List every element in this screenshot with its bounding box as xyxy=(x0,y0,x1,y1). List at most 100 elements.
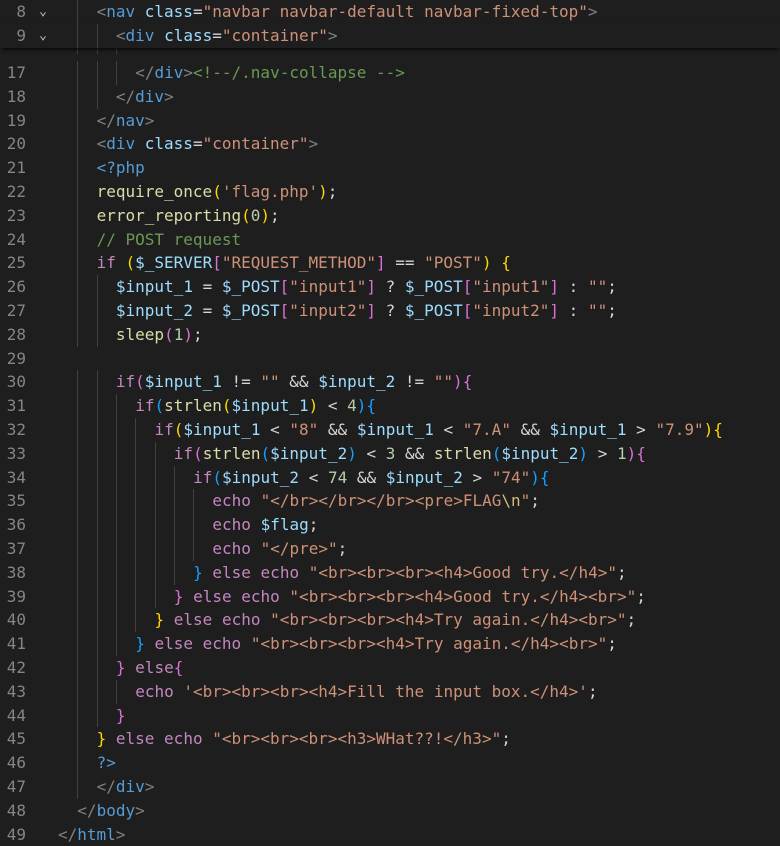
code-token: "8" xyxy=(289,420,319,439)
code-token: [ xyxy=(462,277,473,297)
code-token: ) xyxy=(626,443,637,463)
code-token: $input_1 xyxy=(144,372,222,392)
code-token: echo xyxy=(241,586,280,606)
code-line[interactable]: 34 if($input_2 < 74 && $input_2 > "74"){ xyxy=(0,465,780,490)
code-token: 'flag.php' xyxy=(221,182,319,201)
code-token: [ xyxy=(279,301,290,320)
code-token: echo xyxy=(221,610,261,630)
code-line[interactable]: 20 <div class="container"> xyxy=(0,132,780,157)
line-number: 21 xyxy=(6,158,26,178)
code-token: < xyxy=(356,443,386,463)
code-token: $input_2 xyxy=(222,467,300,487)
code-editor[interactable]: 8 ⌄ <nav class="navbar navbar-default navb… xyxy=(0,0,780,844)
line-number: 31 xyxy=(6,396,26,416)
indent-guide xyxy=(173,537,175,561)
code-line[interactable]: 42} else{ xyxy=(0,656,780,680)
code-text: </nav> xyxy=(97,109,155,133)
indent-guide xyxy=(135,537,137,561)
code-token: "7.9" xyxy=(655,420,704,439)
code-token: [ xyxy=(279,277,290,297)
indent-guide xyxy=(115,560,117,585)
code-text: if($input_2 < 74 && $input_2 > "74"){ xyxy=(193,466,549,490)
code-token: $flag xyxy=(260,515,309,535)
code-token: $input_2 xyxy=(385,467,463,487)
code-line[interactable]: 30 if($input_1 != "" && $input_2 != ""){ xyxy=(0,370,780,395)
code-line[interactable]: 44} xyxy=(0,703,780,728)
code-line[interactable]: 17 </div><!--/.nav-collapse --> xyxy=(0,61,780,85)
code-token: "container" xyxy=(221,25,328,45)
code-token: div xyxy=(115,777,145,796)
code-token: class xyxy=(135,134,193,154)
code-line[interactable]: 41} else echo "<br><br><br><h4>Try again… xyxy=(0,632,780,656)
code-line[interactable]: 36 echo $flag; xyxy=(0,513,780,537)
code-token: && xyxy=(279,372,319,392)
code-line[interactable]: 18 </div> xyxy=(0,84,780,109)
code-line[interactable]: 25 if ($_SERVER["REQUEST_METHOD"] == "POS… xyxy=(0,251,780,276)
code-token: class xyxy=(154,25,213,45)
code-token: echo xyxy=(212,539,251,558)
code-line[interactable]: 31 if(strlen($input_1) < 4){ xyxy=(0,394,780,418)
code-token: '<br><br><br><h4>Fill the input box.</h4… xyxy=(183,681,588,701)
code-text: <?php xyxy=(97,156,145,180)
code-token: body xyxy=(96,800,136,820)
code-line[interactable]: 8 ⌄ <nav class="navbar navbar-default navb… xyxy=(0,0,780,24)
code-line[interactable]: 9 ⌄ <div class="container"> xyxy=(0,23,780,48)
code-token: $input_1 xyxy=(115,277,193,297)
indent-guide xyxy=(77,299,79,323)
indent-guide xyxy=(115,61,117,85)
code-token: ( xyxy=(212,182,222,201)
code-token: > xyxy=(587,2,598,21)
code-line[interactable]: 19 </nav> xyxy=(0,108,780,133)
code-line[interactable]: 43 echo '<br><br><br><h4>Fill the input b… xyxy=(0,679,780,704)
code-token: == xyxy=(385,253,425,273)
code-line[interactable]: 23 error_reporting(0); xyxy=(0,203,780,228)
code-token: && xyxy=(347,467,386,487)
code-token: "" xyxy=(587,277,608,297)
chevron-down-icon[interactable]: ⌄ xyxy=(36,24,50,48)
code-line[interactable]: 29 xyxy=(0,347,780,371)
code-line[interactable]: 45} else echo "<br><br><br><h3>WHat??!</… xyxy=(0,727,780,752)
code-line[interactable]: 49 </html> xyxy=(0,823,780,846)
code-line[interactable]: 39} else echo "<br><br><br><h4>Good try.… xyxy=(0,584,780,609)
indent-guide xyxy=(115,513,117,537)
code-token: = xyxy=(192,301,222,320)
code-token: > xyxy=(626,420,656,439)
code-line[interactable]: 27 $input_2 = $_POST["input2"] ? $_POST["… xyxy=(0,299,780,323)
code-text: </div> xyxy=(116,85,174,109)
code-token: $input_1 xyxy=(356,420,434,439)
indent-guide xyxy=(154,560,156,585)
line-number: 34 xyxy=(6,467,26,487)
indent-guide xyxy=(77,23,79,48)
code-token: ) xyxy=(183,324,193,344)
code-line[interactable]: 26 $input_1 = $_POST["input1"] ? $_POST["… xyxy=(0,275,780,299)
code-line[interactable]: 37 echo "</pre>"; xyxy=(0,537,780,561)
code-line[interactable]: 32 if($input_1 < "8" && $input_1 < "7.A" … xyxy=(0,418,780,442)
code-token: ; xyxy=(616,562,627,582)
indent-guide xyxy=(154,441,156,466)
indent-guide xyxy=(96,656,98,680)
line-number: 32 xyxy=(6,420,26,439)
code-line[interactable]: 21 <?php xyxy=(0,156,780,180)
code-line[interactable]: 28 sleep(1); xyxy=(0,322,780,347)
code-token: div xyxy=(106,134,136,154)
code-line[interactable]: 47 </div> xyxy=(0,775,780,799)
code-line[interactable]: 33 if(strlen($input_2) < 3 && strlen($inp… xyxy=(0,441,780,466)
code-line[interactable]: 35 echo "</br></br></br><pre>FLAG\n"; xyxy=(0,489,780,514)
chevron-down-icon[interactable]: ⌄ xyxy=(36,0,50,24)
indent-guide xyxy=(135,441,137,466)
code-line[interactable]: 24 // POST request xyxy=(0,227,780,252)
code-line[interactable]: 38} else echo "<br><br><br><h4>Good try.… xyxy=(0,560,780,585)
code-token: ; xyxy=(327,182,338,201)
code-token: if xyxy=(154,420,174,439)
code-line[interactable]: 48 </body> xyxy=(0,799,780,823)
code-token: 1 xyxy=(173,324,184,344)
code-line[interactable]: 40} else echo "<br><br><br><h4>Try again… xyxy=(0,608,780,633)
code-token: "<br><br><br><h4>Good try.</h4>" xyxy=(308,562,617,582)
code-line[interactable]: 22 require_once('flag.php'); xyxy=(0,180,780,204)
indent-guide xyxy=(96,370,98,395)
code-line[interactable]: 46 ?> xyxy=(0,751,780,775)
